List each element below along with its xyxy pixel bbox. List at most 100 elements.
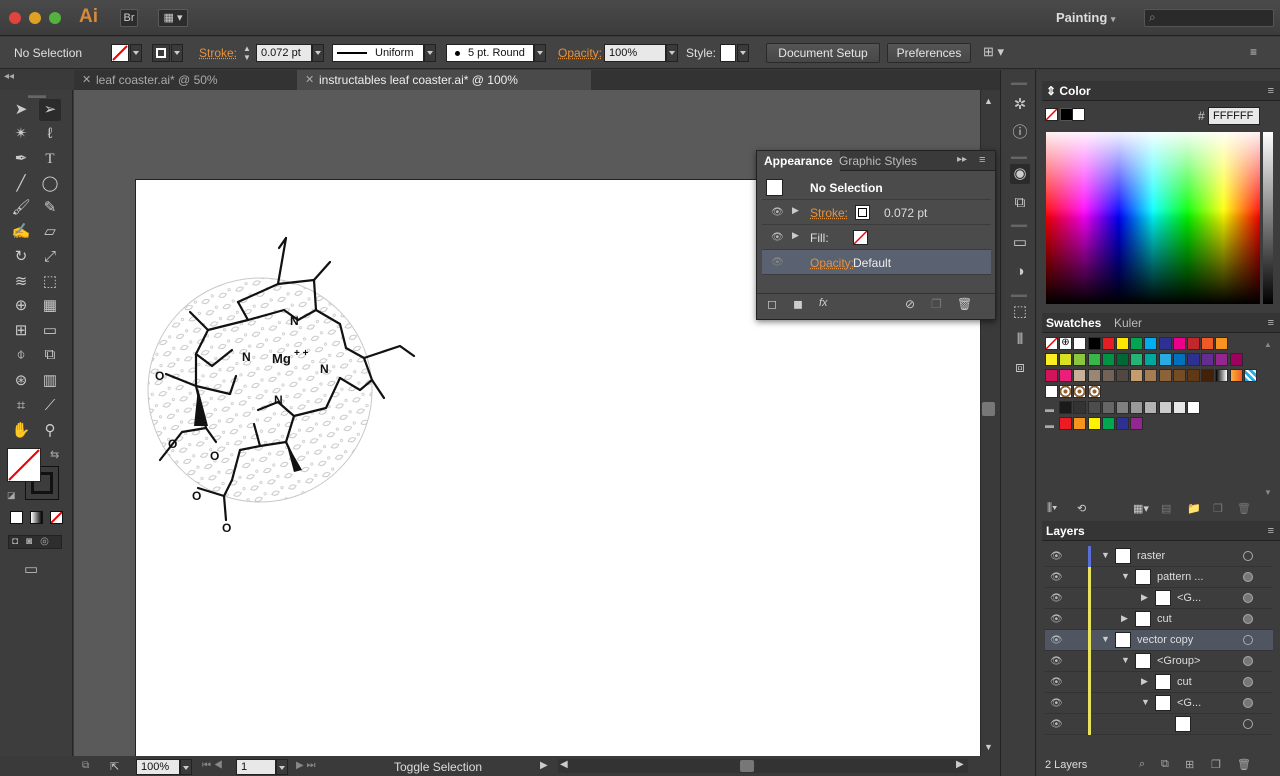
graphic-styles-icon[interactable]: ⧉ — [1010, 193, 1030, 213]
layer-row[interactable]: 👁 ▼ <G... — [1045, 693, 1273, 714]
eraser-tool-icon[interactable]: ▱ — [39, 221, 61, 243]
make-clipping-mask-icon[interactable]: ⧉ — [1161, 758, 1169, 771]
pathfinder-icon[interactable]: ⧈ — [1010, 358, 1030, 378]
color-mode-icon[interactable] — [10, 511, 23, 524]
visibility-eye-icon[interactable]: 👁 — [1050, 593, 1063, 604]
default-fill-stroke-icon[interactable]: ◪ — [7, 490, 16, 501]
target-circle-icon[interactable] — [1243, 677, 1253, 687]
swatch[interactable] — [1087, 369, 1101, 382]
minimize-window-button[interactable] — [29, 12, 41, 24]
profile-dropdown[interactable] — [424, 44, 436, 62]
panel-menu-icon[interactable]: ≡ — [1268, 85, 1274, 97]
opacity-dropdown[interactable] — [666, 44, 678, 62]
transform-icon[interactable]: ⬚ — [1010, 302, 1030, 322]
draw-behind-icon[interactable]: ◙ — [18, 536, 32, 547]
visibility-eye-icon[interactable]: 👁 — [1050, 677, 1063, 688]
workspace-switcher[interactable]: Painting ▾ — [1056, 10, 1115, 25]
expand-triangle-icon[interactable]: ▶ — [792, 230, 799, 241]
stroke-attribute-label[interactable]: Stroke: — [810, 206, 848, 220]
swatch-options-button-icon[interactable]: ▤ — [1161, 502, 1171, 515]
canvas-options-icon[interactable]: ⧉ — [82, 760, 89, 771]
slice-tool-icon[interactable]: ⟋ — [39, 395, 61, 417]
stroke-weight-field[interactable]: 0.072 pt — [256, 44, 312, 62]
zoom-window-button[interactable] — [49, 12, 61, 24]
layer-name[interactable]: vector copy — [1137, 634, 1193, 646]
swatch[interactable] — [1158, 353, 1172, 366]
first-artboard-icon[interactable]: ⏮ ◀ — [202, 760, 223, 771]
line-tool-icon[interactable]: ╱ — [10, 173, 32, 195]
swap-fill-stroke-icon[interactable]: ⇆ — [50, 448, 59, 461]
visibility-eye-icon[interactable]: 👁 — [771, 257, 784, 268]
stroke-stepper[interactable]: ▲ ▼ — [240, 44, 254, 62]
swatch[interactable] — [1101, 401, 1115, 414]
fill-color-box[interactable] — [7, 448, 41, 482]
registration-swatch[interactable]: ⊕ — [1059, 337, 1073, 350]
swatch[interactable] — [1172, 337, 1186, 350]
opacity-field[interactable]: 100% — [604, 44, 666, 62]
pattern-swatch[interactable] — [1045, 385, 1058, 398]
add-new-stroke-icon[interactable]: ◻ — [767, 297, 777, 311]
swatch[interactable] — [1045, 353, 1058, 366]
paintbrush-tool-icon[interactable]: 🖌 — [10, 197, 32, 219]
visibility-eye-icon[interactable]: 👁 — [1050, 614, 1063, 625]
swatch[interactable] — [1073, 401, 1087, 414]
delete-item-icon[interactable]: 🗑 — [957, 297, 972, 311]
preferences-button[interactable]: Preferences — [887, 43, 971, 63]
swatch[interactable] — [1116, 417, 1129, 430]
fill-dropdown[interactable] — [130, 44, 142, 62]
symbol-sprayer-tool-icon[interactable]: ⊛ — [10, 370, 32, 392]
zoom-tool-icon[interactable]: ⚲ — [39, 420, 61, 442]
gradient-tool-icon[interactable]: ▭ — [39, 320, 61, 342]
direct-selection-tool-icon[interactable]: ➢ — [39, 99, 61, 121]
appearance-icon[interactable]: ◉ — [1010, 164, 1030, 184]
swatch[interactable] — [1144, 401, 1158, 414]
swatch[interactable] — [1158, 337, 1172, 350]
layer-row[interactable]: 👁 — [1045, 714, 1273, 735]
gradient-icon[interactable]: ▭ — [1010, 233, 1030, 253]
layer-row[interactable]: 👁 ▼ pattern ... — [1045, 567, 1273, 588]
blob-brush-tool-icon[interactable]: ✍ — [10, 221, 32, 243]
opacity-label[interactable]: Opacity: — [558, 46, 602, 60]
last-artboard-icon[interactable]: ▶ ⏭ — [296, 760, 315, 771]
swatch[interactable] — [1045, 369, 1058, 382]
swatch[interactable] — [1243, 369, 1257, 382]
collapse-triangle-icon[interactable]: ▼ — [1121, 655, 1130, 665]
target-circle-icon[interactable] — [1243, 551, 1253, 561]
swatch[interactable] — [1215, 369, 1229, 382]
draw-inside-icon[interactable]: ◎ — [32, 536, 49, 547]
swatch-libraries-icon[interactable]: ⫼▾ — [1047, 502, 1057, 515]
bridge-button[interactable]: Br — [120, 9, 138, 27]
stroke-swatch[interactable] — [152, 44, 170, 62]
white-swatch[interactable] — [1072, 108, 1085, 121]
collapse-triangle-icon[interactable]: ▼ — [1101, 634, 1110, 644]
pen-tool-icon[interactable]: ✒ — [10, 148, 32, 170]
swatch[interactable] — [1130, 369, 1144, 382]
swatch[interactable] — [1087, 401, 1101, 414]
layer-row[interactable]: 👁 ▼ vector copy — [1045, 630, 1273, 651]
stroke-row[interactable]: 👁 ▶ Stroke: 0.072 pt — [762, 200, 991, 225]
artboard-tool-icon[interactable]: ⌗ — [10, 395, 32, 417]
ellipse-tool-icon[interactable]: ◯ — [39, 173, 61, 195]
artboard-number-field[interactable]: 1 — [236, 759, 276, 775]
collapse-triangle-icon[interactable]: ▼ — [1101, 550, 1110, 560]
variable-width-profile[interactable]: Uniform — [332, 44, 424, 62]
transparency-icon[interactable]: ◑ — [1010, 262, 1030, 282]
locate-object-icon[interactable]: ⌕ — [1139, 758, 1145, 771]
swatch[interactable] — [1229, 353, 1243, 366]
fill-row[interactable]: 👁 ▶ Fill: — [762, 225, 991, 250]
target-circle-icon[interactable] — [1243, 593, 1253, 603]
scroll-up-icon[interactable]: ▲ — [1264, 340, 1272, 349]
control-panel-menu-icon[interactable]: ≡ — [1250, 45, 1257, 59]
status-info[interactable]: Toggle Selection — [394, 760, 482, 774]
scroll-right-icon[interactable]: ▶ — [956, 759, 964, 770]
scroll-left-icon[interactable]: ◀ — [560, 759, 568, 770]
swatch[interactable] — [1201, 369, 1215, 382]
swatch[interactable] — [1101, 353, 1115, 366]
status-menu-icon[interactable]: ▶ — [540, 760, 548, 771]
h-scroll-thumb[interactable] — [740, 760, 754, 772]
expand-triangle-icon[interactable]: ▶ — [792, 205, 799, 216]
warp-tool-icon[interactable]: ≋ — [10, 271, 32, 293]
layer-name[interactable]: cut — [1157, 613, 1172, 625]
swatch[interactable] — [1059, 401, 1073, 414]
stroke-weight-dropdown[interactable] — [312, 44, 324, 62]
